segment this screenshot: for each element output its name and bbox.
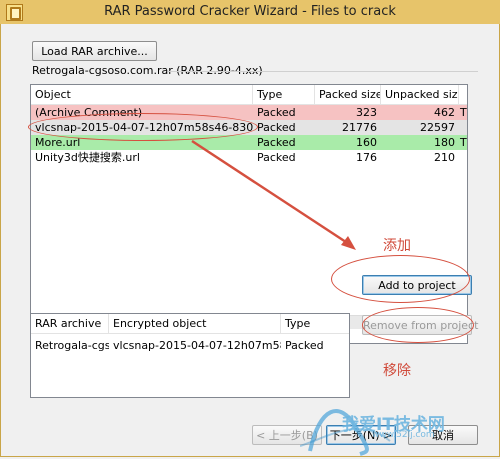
watermark-logo: 我爱IT技术网 www.52ij.com [299, 396, 500, 456]
list-row-unity-url[interactable]: Unity3d快捷搜索.url Packed 176 210 [31, 150, 467, 165]
watermark-url: www.52ij.com [372, 430, 435, 440]
project-file-list[interactable]: RAR archive Encrypted object Type Retrog… [30, 313, 350, 398]
cell-packed-size: 21776 [342, 121, 377, 134]
highlight-ellipse-selected-file [28, 113, 258, 141]
cell-unpacked-size: 210 [434, 151, 455, 164]
annotation-add-text: 添加 [383, 238, 411, 254]
column-header-rar-archive[interactable]: RAR archive [31, 314, 109, 334]
annotation-remove-text: 移除 [383, 363, 411, 379]
cell-unpacked-size: 462 [434, 106, 455, 119]
cell-type: Packed [257, 106, 296, 119]
cell-unpacked-size: 180 [434, 136, 455, 149]
cell-encrypted-object: vlcsnap-2015-04-07-12h07m58s46-83... [113, 339, 281, 352]
cell-packed-size: 176 [356, 151, 377, 164]
cell-rar-archive: Retrogala-cgso... [35, 339, 109, 352]
cell-packed-size: 160 [356, 136, 377, 149]
column-header-encrypted-object[interactable]: Encrypted object [109, 314, 281, 334]
column-header-packed-size[interactable]: Packed size [315, 85, 381, 105]
cell-extra: T [460, 106, 467, 119]
group-divider [168, 71, 478, 72]
column-header-extra[interactable] [459, 85, 467, 105]
cell-type: Packed [257, 121, 296, 134]
project-row[interactable]: Retrogala-cgso... vlcsnap-2015-04-07-12h… [31, 338, 349, 353]
title-bar: RAR Password Cracker Wizard - Files to c… [0, 0, 500, 25]
window-title: RAR Password Cracker Wizard - Files to c… [104, 4, 396, 19]
cell-packed-size: 323 [356, 106, 377, 119]
cell-object: Unity3d快捷搜索.url [35, 151, 140, 164]
highlight-ellipse-remove-button [362, 307, 474, 343]
cell-type: Packed [257, 151, 296, 164]
cell-unpacked-size: 22597 [420, 121, 455, 134]
cell-extra: T [460, 136, 467, 149]
cell-extra [459, 150, 467, 165]
column-header-object[interactable]: Object [31, 85, 253, 105]
column-header-type[interactable]: Type [253, 85, 315, 105]
highlight-ellipse-add-button [331, 255, 470, 303]
column-header-type[interactable]: Type [281, 314, 349, 334]
load-rar-archive-button[interactable]: Load RAR archive... [32, 41, 157, 61]
cell-type: Packed [257, 136, 296, 149]
cell-extra [459, 120, 467, 135]
cell-type: Packed [285, 339, 324, 352]
column-header-unpacked-size[interactable]: Unpacked size [381, 85, 459, 105]
